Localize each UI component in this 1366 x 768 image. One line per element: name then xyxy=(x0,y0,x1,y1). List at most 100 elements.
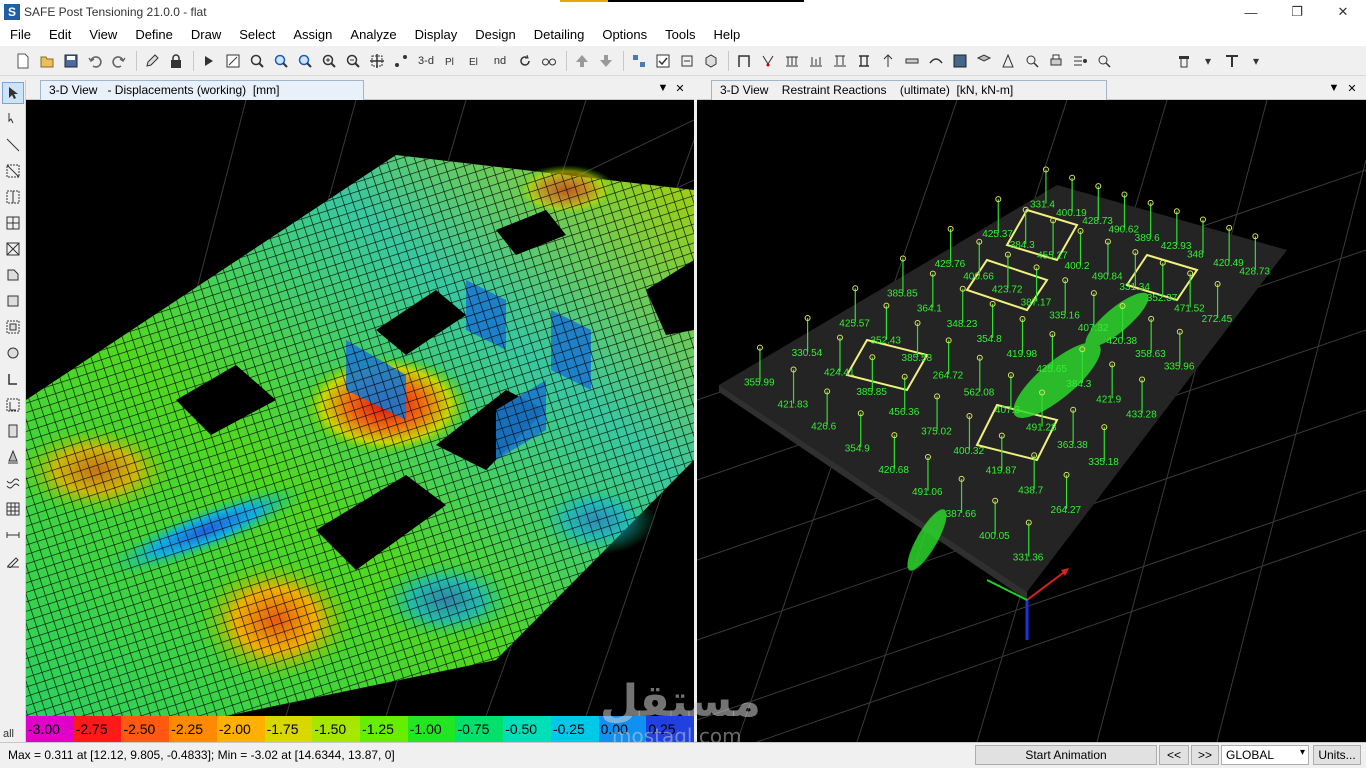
plan-view-icon[interactable]: Pl xyxy=(440,50,462,72)
select-all-label[interactable]: all xyxy=(3,728,14,740)
frame-icon[interactable] xyxy=(733,50,755,72)
load-strip-icon[interactable] xyxy=(805,50,827,72)
draw-point-load-icon[interactable] xyxy=(2,446,24,468)
checkbox-icon[interactable] xyxy=(652,50,674,72)
menu-define[interactable]: Define xyxy=(125,24,181,46)
menu-assign[interactable]: Assign xyxy=(283,24,340,46)
support-icon[interactable] xyxy=(757,50,779,72)
menu-display[interactable]: Display xyxy=(405,24,466,46)
tendon-icon[interactable] xyxy=(925,50,947,72)
draw-grid-icon[interactable] xyxy=(2,212,24,234)
menu-file[interactable]: File xyxy=(0,24,39,46)
menu-detailing[interactable]: Detailing xyxy=(524,24,593,46)
menu-edit[interactable]: Edit xyxy=(39,24,79,46)
menu-help[interactable]: Help xyxy=(704,24,749,46)
draw-tendon-icon[interactable] xyxy=(2,472,24,494)
draw-area-icon[interactable] xyxy=(2,264,24,286)
refresh-icon[interactable] xyxy=(514,50,536,72)
strip-dropdown-icon[interactable]: ▾ xyxy=(1197,50,1219,72)
draw-support-icon[interactable] xyxy=(2,420,24,442)
right-view-tab[interactable]: 3-D View Restraint Reactions (ultimate) … xyxy=(711,80,1107,100)
glasses-icon[interactable] xyxy=(538,50,560,72)
draw-opening-icon[interactable] xyxy=(2,316,24,338)
contour-icon[interactable] xyxy=(949,50,971,72)
load-distributed-icon[interactable] xyxy=(781,50,803,72)
new-file-icon[interactable] xyxy=(12,50,34,72)
object-shrink-icon[interactable] xyxy=(628,50,650,72)
zoom-previous-icon[interactable] xyxy=(294,50,316,72)
lock-icon[interactable] xyxy=(165,50,187,72)
menu-draw[interactable]: Draw xyxy=(181,24,229,46)
draw-wall-icon[interactable] xyxy=(2,368,24,390)
reaction-label: 562.08 xyxy=(964,388,995,399)
reshape-icon[interactable] xyxy=(2,108,24,130)
deformed-shape-icon[interactable] xyxy=(877,50,899,72)
units-button[interactable]: Units... xyxy=(1313,745,1361,765)
draw-dimension-icon[interactable] xyxy=(2,524,24,546)
draw-cross-icon[interactable] xyxy=(2,238,24,260)
menu-analyze[interactable]: Analyze xyxy=(340,24,404,46)
draw-line-icon[interactable] xyxy=(2,134,24,156)
menu-tools[interactable]: Tools xyxy=(655,24,703,46)
load-point-icon[interactable] xyxy=(829,50,851,72)
display-tables-icon[interactable] xyxy=(1021,50,1043,72)
zoom-out-icon[interactable] xyxy=(342,50,364,72)
design-icon[interactable] xyxy=(1069,50,1091,72)
left-view-close-icon[interactable]: ✕ xyxy=(673,82,687,95)
save-icon[interactable] xyxy=(60,50,82,72)
set-display-icon[interactable] xyxy=(676,50,698,72)
display-model-icon[interactable] xyxy=(222,50,244,72)
coordinate-system-select[interactable]: GLOBAL ▾ xyxy=(1221,745,1309,765)
pan-icon[interactable] xyxy=(366,50,388,72)
elevation-view-icon[interactable]: El xyxy=(464,50,486,72)
slab-icon[interactable] xyxy=(901,50,923,72)
menu-design[interactable]: Design xyxy=(465,24,523,46)
right-view-dropdown-icon[interactable]: ▼ xyxy=(1327,82,1341,94)
displacement-canvas[interactable] xyxy=(16,99,695,717)
print-icon[interactable] xyxy=(1045,50,1067,72)
rubber-band-icon[interactable] xyxy=(390,50,412,72)
left-view-dropdown-icon[interactable]: ▼ xyxy=(656,82,670,94)
draw-rectangle-icon[interactable] xyxy=(2,290,24,312)
pointer-icon[interactable] xyxy=(2,82,24,104)
zoom-window-icon[interactable] xyxy=(246,50,268,72)
minimize-button[interactable]: — xyxy=(1228,0,1274,24)
run-analysis-icon[interactable] xyxy=(198,50,220,72)
section-cut-icon[interactable] xyxy=(1221,50,1243,72)
move-up-icon[interactable] xyxy=(571,50,593,72)
open-file-icon[interactable] xyxy=(36,50,58,72)
draw-reference-icon[interactable] xyxy=(2,550,24,572)
column-icon[interactable] xyxy=(853,50,875,72)
cube-icon[interactable] xyxy=(700,50,722,72)
legend-cell: -0.25 xyxy=(550,716,599,742)
reactions-canvas[interactable]: 331.4 400.19 428.73 490.62 389.6 423.93 348 420… xyxy=(696,99,1366,743)
view-3d-button[interactable]: 3-d xyxy=(414,50,438,72)
draw-circle-icon[interactable] xyxy=(2,342,24,364)
zoom-in-icon[interactable] xyxy=(318,50,340,72)
move-down-icon[interactable] xyxy=(595,50,617,72)
start-animation-button[interactable]: Start Animation xyxy=(975,745,1157,765)
detailing-icon[interactable] xyxy=(1093,50,1115,72)
draw-beam-icon[interactable] xyxy=(2,160,24,182)
menu-options[interactable]: Options xyxy=(592,24,655,46)
nd-view-button[interactable]: nd xyxy=(488,50,512,72)
section-dropdown-icon[interactable]: ▾ xyxy=(1245,50,1267,72)
menu-view[interactable]: View xyxy=(79,24,125,46)
next-step-button[interactable]: >> xyxy=(1191,745,1219,765)
zoom-extents-icon[interactable] xyxy=(270,50,292,72)
strip-display-icon[interactable] xyxy=(1173,50,1195,72)
draw-column-icon[interactable] xyxy=(2,186,24,208)
menu-select[interactable]: Select xyxy=(229,24,283,46)
undo-icon[interactable] xyxy=(84,50,106,72)
redo-icon[interactable] xyxy=(108,50,130,72)
reaction-icon[interactable] xyxy=(997,50,1019,72)
left-view-tab[interactable]: 3-D View - Displacements (working) [mm] xyxy=(40,80,364,100)
pencil-icon[interactable] xyxy=(141,50,163,72)
draw-mesh-icon[interactable] xyxy=(2,498,24,520)
draw-strip-icon[interactable] xyxy=(2,394,24,416)
close-button[interactable]: ✕ xyxy=(1320,0,1366,24)
previous-step-button[interactable]: << xyxy=(1159,745,1189,765)
wall-icon[interactable] xyxy=(973,50,995,72)
maximize-button[interactable]: ❐ xyxy=(1274,0,1320,24)
right-view-close-icon[interactable]: ✕ xyxy=(1345,82,1359,95)
